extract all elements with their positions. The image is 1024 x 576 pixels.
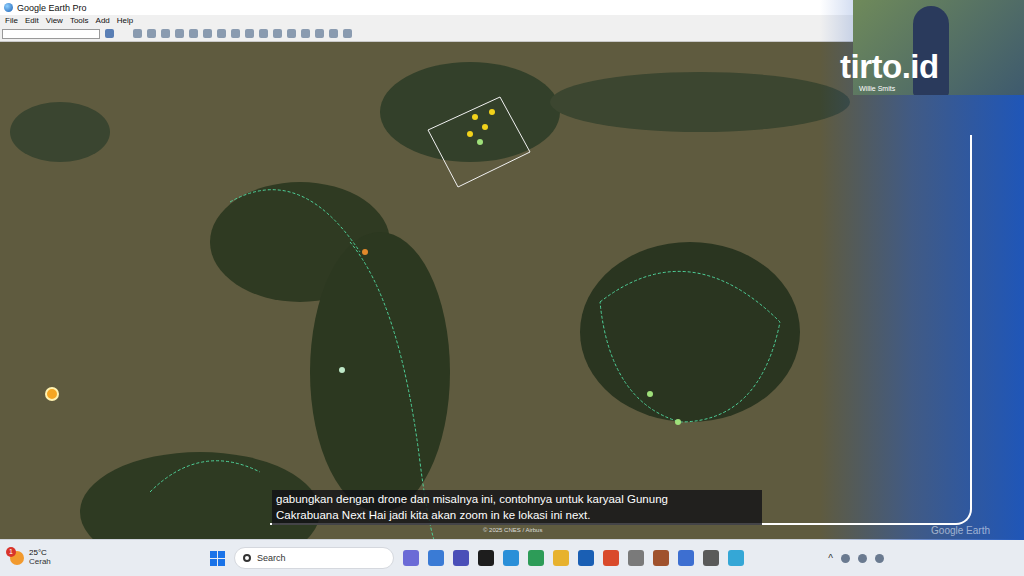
- app-icon[interactable]: [453, 550, 469, 566]
- google-earth-watermark: Google Earth: [931, 525, 990, 536]
- toolbar-button-icon[interactable]: [329, 29, 338, 38]
- temperature: 25°C: [29, 549, 51, 558]
- toolbar-button-icon[interactable]: [287, 29, 296, 38]
- screen: Google Earth Pro File Edit View Tools Add Hel…: [0, 0, 1024, 576]
- app-icon[interactable]: [403, 550, 419, 566]
- app-icon[interactable]: [678, 550, 694, 566]
- menu-item[interactable]: Add: [96, 16, 110, 25]
- toolbar-button-icon[interactable]: [231, 29, 240, 38]
- weather-icon: 1: [10, 551, 24, 565]
- window-title: Google Earth Pro: [17, 3, 87, 13]
- menu-item[interactable]: Edit: [25, 16, 39, 25]
- toolbar-button-icon[interactable]: [147, 29, 156, 38]
- toolbar-button-icon[interactable]: [203, 29, 212, 38]
- search-field[interactable]: [2, 29, 100, 39]
- toolbar-button-icon[interactable]: [161, 29, 170, 38]
- terrain-image: [0, 42, 1024, 539]
- app-icon[interactable]: [528, 550, 544, 566]
- menu-item[interactable]: Tools: [70, 16, 89, 25]
- app-icon[interactable]: [603, 550, 619, 566]
- app-icon[interactable]: [653, 550, 669, 566]
- windows-start-icon[interactable]: [210, 551, 225, 566]
- menu-item[interactable]: Help: [117, 16, 133, 25]
- app-icon[interactable]: [703, 550, 719, 566]
- toolbar-button-icon[interactable]: [245, 29, 254, 38]
- subtitle-caption: gabungkan dengan drone dan misalnya ini,…: [272, 490, 762, 525]
- system-tray: ^: [828, 553, 1014, 564]
- volume-icon[interactable]: [875, 554, 884, 563]
- weather-condition: Cerah: [29, 558, 51, 567]
- overlay-frame-line: [270, 135, 972, 525]
- toolbar-button-icon[interactable]: [343, 29, 352, 38]
- menu-item[interactable]: View: [46, 16, 63, 25]
- app-icon[interactable]: [628, 550, 644, 566]
- notification-badge: 1: [6, 547, 16, 557]
- magnifier-icon: [243, 554, 251, 562]
- tray-chevron[interactable]: ^: [828, 553, 833, 564]
- taskbar-search[interactable]: Search: [234, 547, 394, 569]
- imagery-attribution: © 2025 CNES / Airbus: [483, 527, 542, 533]
- caption-line: gabungkan dengan drone dan misalnya ini,…: [276, 492, 758, 508]
- app-icon[interactable]: [728, 550, 744, 566]
- toolbar-button-icon[interactable]: [273, 29, 282, 38]
- toolbar-button-icon[interactable]: [301, 29, 310, 38]
- app-icon[interactable]: [578, 550, 594, 566]
- cloud-icon[interactable]: [841, 554, 850, 563]
- app-icon[interactable]: [553, 550, 569, 566]
- app-icon[interactable]: [478, 550, 494, 566]
- toolbar-button-icon[interactable]: [315, 29, 324, 38]
- app-icon[interactable]: [428, 550, 444, 566]
- tirto-logo: tirto.id: [840, 48, 939, 86]
- caption-line: Cakrabuana Next Hai jadi kita akan zoom …: [276, 508, 758, 524]
- toolbar-button-icon[interactable]: [133, 29, 142, 38]
- toolbar-button-icon[interactable]: [189, 29, 198, 38]
- speaker-name: Willie Smits: [859, 85, 895, 92]
- taskbar: 1 25°C Cerah Search ^: [0, 539, 1024, 576]
- taskbar-apps: Search: [180, 547, 828, 569]
- wifi-icon[interactable]: [858, 554, 867, 563]
- google-earth-logo-icon: [4, 3, 13, 12]
- toolbar-button-icon[interactable]: [259, 29, 268, 38]
- satellite-map[interactable]: © 2025 CNES / Airbus: [0, 42, 1024, 539]
- search-icon[interactable]: [105, 29, 114, 38]
- weather-widget[interactable]: 1 25°C Cerah: [10, 549, 180, 567]
- toolbar-button-icon[interactable]: [175, 29, 184, 38]
- toolbar-button-icon[interactable]: [217, 29, 226, 38]
- app-icon[interactable]: [503, 550, 519, 566]
- menu-item[interactable]: File: [5, 16, 18, 25]
